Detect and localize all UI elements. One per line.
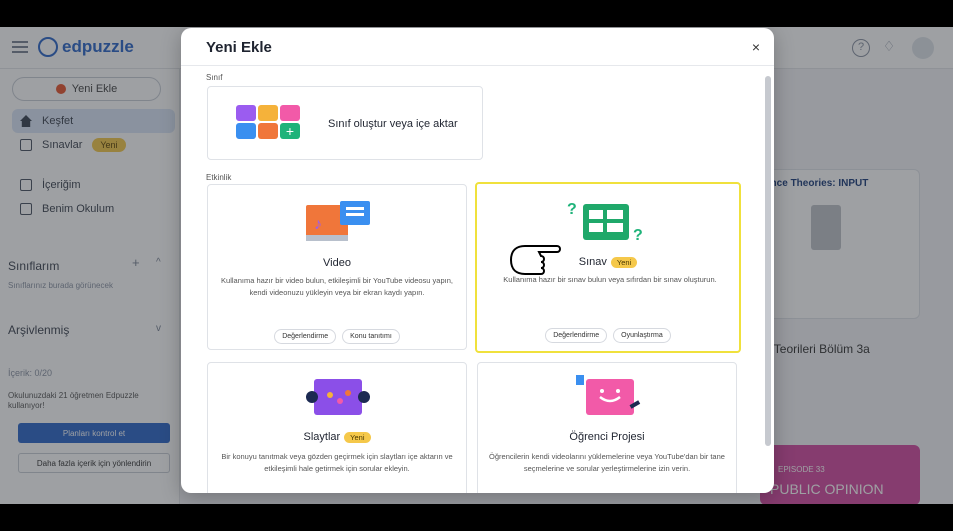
letterbox-bottom <box>0 504 953 531</box>
class-faces-icon: + <box>236 105 300 139</box>
slides-title-row: Slaytlar Yeni <box>208 431 466 443</box>
screen: edpuzzle ? ♢ Yeni Ekle Keşfet Sınavlar Y… <box>0 27 953 504</box>
quiz-title: Sınav <box>578 256 607 268</box>
slides-description: Bir konuyu tanıtmak veya gözden geçirmek… <box>221 452 453 473</box>
student-project-description: Öğrencilerin kendi videolarını yüklemele… <box>489 452 725 473</box>
quiz-new-badge: Yeni <box>610 256 638 268</box>
quiz-option[interactable]: ? ? Sınav Yeni Kullanıma hazır bir sınav … <box>475 182 741 353</box>
svg-text:+: + <box>286 123 294 139</box>
slides-option[interactable]: Slaytlar Yeni Bir konuyu tanıtmak veya gö… <box>207 362 467 493</box>
video-icon: ♪ <box>306 201 370 241</box>
scrollbar[interactable] <box>765 76 771 446</box>
dialog-title: Yeni Ekle <box>206 39 272 56</box>
video-tags: Değerlendirme Konu tanıtımı <box>208 329 466 344</box>
svg-text:?: ? <box>633 227 643 244</box>
quiz-description: Kullanıma hazır bir sınav bulun veya sıf… <box>503 275 717 284</box>
letterbox-top <box>0 0 953 27</box>
svg-text:?: ? <box>567 201 577 218</box>
tag-assessment: Değerlendirme <box>545 328 608 343</box>
quiz-tags: Değerlendirme Oyunlaştırma <box>477 328 739 343</box>
section-label-class: Sınıf <box>206 73 223 82</box>
dialog-header: Yeni Ekle × <box>181 28 774 66</box>
tag-gamification: Oyunlaştırma <box>613 328 671 343</box>
student-project-option[interactable]: Öğrenci Projesi Öğrencilerin kendi video… <box>477 362 737 493</box>
video-description: Kullanıma hazır bir video bulun, etkileş… <box>221 276 453 297</box>
svg-text:♪: ♪ <box>314 216 322 233</box>
video-title: Video <box>323 257 351 269</box>
quiz-title-row: Sınav Yeni <box>477 256 739 268</box>
tag-topic-intro: Konu tanıtımı <box>342 329 400 344</box>
close-icon[interactable]: × <box>747 38 765 56</box>
tag-assessment: Değerlendirme <box>274 329 337 344</box>
create-class-label: Sınıf oluştur veya içe aktar <box>328 118 458 130</box>
quiz-icon: ? ? <box>567 201 643 244</box>
video-option[interactable]: ♪ Video Kullanıma hazır bir video bulun,… <box>207 184 467 350</box>
section-label-activity: Etkinlik <box>206 173 232 182</box>
slides-title: Slaytlar <box>303 431 341 443</box>
create-class-option[interactable]: + Sınıf oluştur veya içe aktar <box>207 86 483 160</box>
add-new-dialog: Yeni Ekle × Sınıf + Sınıf oluştur veya i… <box>181 28 774 493</box>
slides-icon <box>306 379 370 415</box>
slides-new-badge: Yeni <box>344 431 371 443</box>
student-project-title: Öğrenci Projesi <box>569 431 645 443</box>
student-project-icon <box>576 375 641 415</box>
